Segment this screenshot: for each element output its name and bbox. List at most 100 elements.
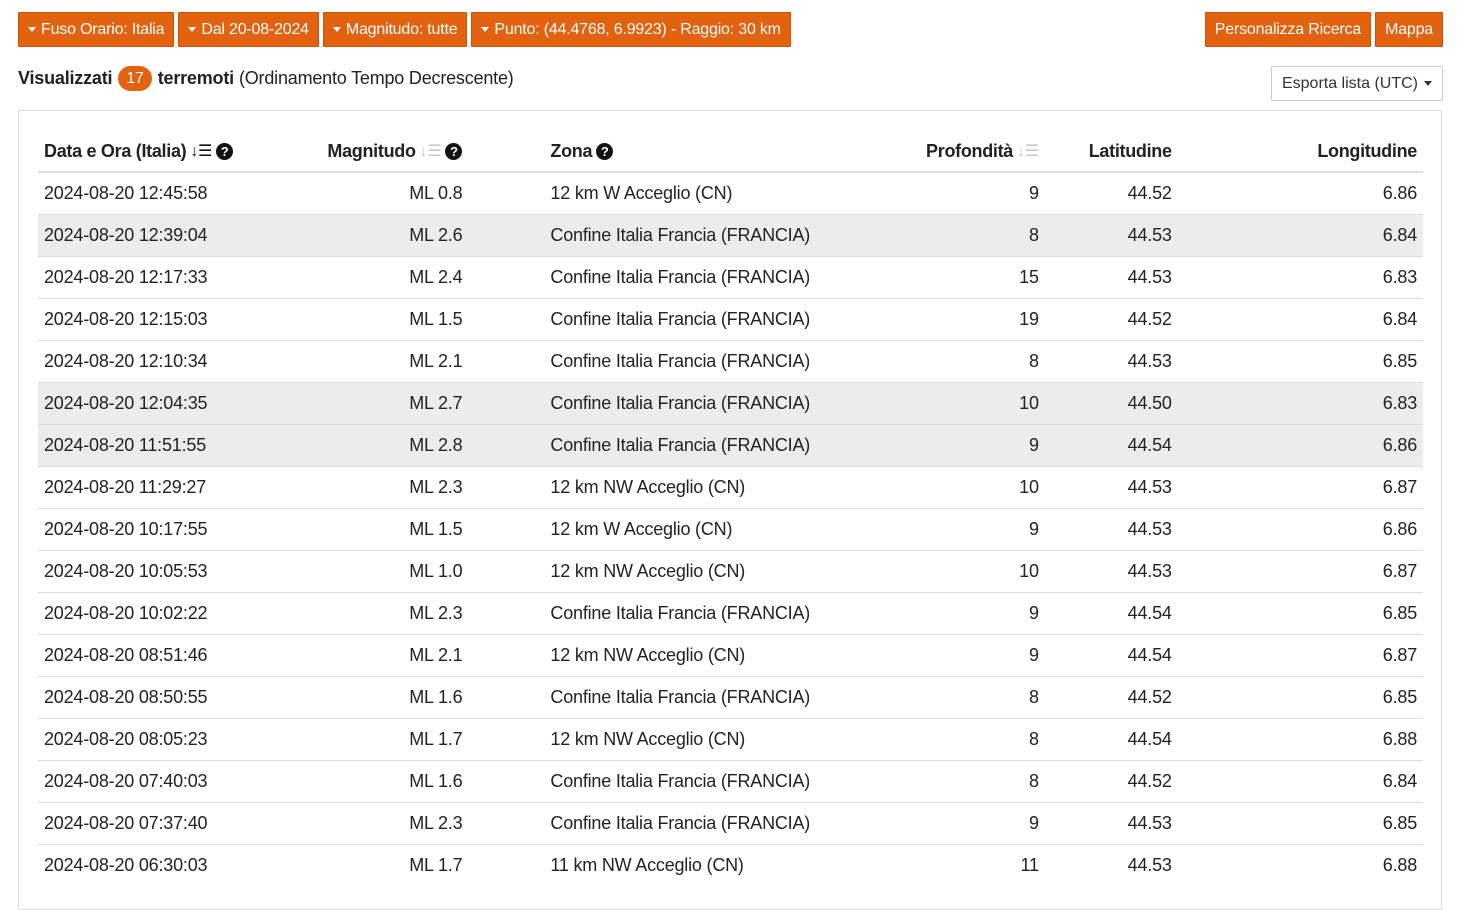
cell-longitude: 6.86 <box>1177 508 1423 551</box>
cell-datetime[interactable]: 2024-08-20 08:50:55 <box>38 676 322 719</box>
earthquake-table: Data e Ora (Italia) ↓☰? Magnitudo ↓☰? Zona… <box>38 131 1423 886</box>
cell-depth: 9 <box>920 592 1045 635</box>
cell-longitude: 6.86 <box>1177 424 1423 467</box>
cell-zone[interactable]: Confine Italia Francia (FRANCIA) <box>468 592 921 635</box>
cell-magnitude: ML 1.6 <box>321 760 469 803</box>
summary-noun: terremoti <box>157 68 234 88</box>
cell-magnitude: ML 2.4 <box>321 256 469 299</box>
cell-datetime[interactable]: 2024-08-20 12:39:04 <box>38 214 322 257</box>
cell-datetime[interactable]: 2024-08-20 07:40:03 <box>38 760 322 803</box>
cell-depth: 10 <box>920 466 1045 509</box>
cell-longitude: 6.86 <box>1177 171 1423 215</box>
cell-datetime[interactable]: 2024-08-20 08:51:46 <box>38 634 322 677</box>
cell-datetime[interactable]: 2024-08-20 12:17:33 <box>38 256 322 299</box>
table-row[interactable]: 2024-08-20 12:15:03 ML 1.5 Confine Italia … <box>38 298 1423 341</box>
caret-down-icon <box>481 27 490 32</box>
summary-prefix: Visualizzati <box>18 68 113 88</box>
cell-depth: 8 <box>920 340 1045 383</box>
cell-zone[interactable]: Confine Italia Francia (FRANCIA) <box>468 214 921 257</box>
header-longitude: Longitudine <box>1177 131 1423 173</box>
table-row[interactable]: 2024-08-20 12:17:33 ML 2.4 Confine Italia … <box>38 256 1423 299</box>
customize-search-button[interactable]: Personalizza Ricerca <box>1204 12 1372 47</box>
table-row[interactable]: 2024-08-20 08:51:46 ML 2.1 12 km NW Accegl… <box>38 634 1423 677</box>
sort-desc-icon[interactable]: ↓☰ <box>190 141 212 161</box>
cell-depth: 10 <box>920 550 1045 593</box>
map-button[interactable]: Mappa <box>1375 12 1443 47</box>
cell-datetime[interactable]: 2024-08-20 10:17:55 <box>38 508 322 551</box>
cell-datetime[interactable]: 2024-08-20 12:10:34 <box>38 340 322 383</box>
cell-zone[interactable]: Confine Italia Francia (FRANCIA) <box>468 256 921 299</box>
cell-datetime[interactable]: 2024-08-20 12:45:58 <box>38 171 322 215</box>
cell-zone[interactable]: Confine Italia Francia (FRANCIA) <box>468 676 921 719</box>
question-circle-icon[interactable]: ? <box>216 142 234 160</box>
sort-icon[interactable]: ↓☰ <box>1017 141 1039 161</box>
table-row[interactable]: 2024-08-20 12:04:35 ML 2.7 Confine Italia … <box>38 382 1423 425</box>
table-row[interactable]: 2024-08-20 12:10:34 ML 2.1 Confine Italia … <box>38 340 1423 383</box>
cell-zone[interactable]: 12 km W Acceglio (CN) <box>468 171 921 215</box>
cell-datetime[interactable]: 2024-08-20 06:30:03 <box>38 844 322 886</box>
cell-zone[interactable]: Confine Italia Francia (FRANCIA) <box>468 424 921 467</box>
cell-zone[interactable]: 12 km NW Acceglio (CN) <box>468 718 921 761</box>
cell-magnitude: ML 1.7 <box>321 718 469 761</box>
cell-latitude: 44.53 <box>1044 802 1178 845</box>
cell-longitude: 6.83 <box>1177 382 1423 425</box>
cell-datetime[interactable]: 2024-08-20 10:02:22 <box>38 592 322 635</box>
cell-depth: 8 <box>920 214 1045 257</box>
caret-down-icon <box>28 27 36 32</box>
cell-zone[interactable]: 12 km NW Acceglio (CN) <box>468 466 921 509</box>
table-row[interactable]: 2024-08-20 11:29:27 ML 2.3 12 km NW Accegl… <box>38 466 1423 509</box>
table-row[interactable]: 2024-08-20 10:02:22 ML 2.3 Confine Italia … <box>38 592 1423 635</box>
cell-longitude: 6.85 <box>1177 592 1423 635</box>
cell-latitude: 44.53 <box>1044 844 1178 886</box>
table-row[interactable]: 2024-08-20 12:45:58 ML 0.8 12 km W Accegli… <box>38 171 1423 215</box>
table-row[interactable]: 2024-08-20 10:05:53 ML 1.0 12 km NW Accegl… <box>38 550 1423 593</box>
cell-magnitude: ML 0.8 <box>321 171 469 215</box>
cell-latitude: 44.50 <box>1044 382 1178 425</box>
date-filter-button[interactable]: Dal 20-08-2024 <box>178 12 319 47</box>
cell-datetime[interactable]: 2024-08-20 07:37:40 <box>38 802 322 845</box>
cell-depth: 9 <box>920 424 1045 467</box>
question-circle-icon[interactable]: ? <box>596 142 614 160</box>
cell-longitude: 6.88 <box>1177 844 1423 886</box>
cell-datetime[interactable]: 2024-08-20 10:05:53 <box>38 550 322 593</box>
cell-datetime[interactable]: 2024-08-20 11:29:27 <box>38 466 322 509</box>
cell-datetime[interactable]: 2024-08-20 11:51:55 <box>38 424 322 467</box>
table-row[interactable]: 2024-08-20 11:51:55 ML 2.8 Confine Italia … <box>38 424 1423 467</box>
table-row[interactable]: 2024-08-20 10:17:55 ML 1.5 12 km W Accegli… <box>38 508 1423 551</box>
table-row[interactable]: 2024-08-20 08:05:23 ML 1.7 12 km NW Accegl… <box>38 718 1423 761</box>
cell-datetime[interactable]: 2024-08-20 12:04:35 <box>38 382 322 425</box>
cell-depth: 8 <box>920 676 1045 719</box>
sort-icon[interactable]: ↓☰ <box>420 141 442 161</box>
cell-depth: 8 <box>920 760 1045 803</box>
header-magnitude[interactable]: Magnitudo ↓☰? <box>321 131 469 173</box>
results-count-badge: 17 <box>118 66 152 91</box>
table-row[interactable]: 2024-08-20 07:40:03 ML 1.6 Confine Italia … <box>38 760 1423 803</box>
table-row[interactable]: 2024-08-20 06:30:03 ML 1.7 11 km NW Accegl… <box>38 844 1423 886</box>
timezone-filter-button[interactable]: Fuso Orario: Italia <box>18 12 175 47</box>
cell-zone[interactable]: 11 km NW Acceglio (CN) <box>468 844 921 886</box>
export-list-dropdown[interactable]: Esporta lista (UTC) <box>1270 66 1443 101</box>
cell-longitude: 6.84 <box>1177 760 1423 803</box>
table-row[interactable]: 2024-08-20 12:39:04 ML 2.6 Confine Italia … <box>38 214 1423 257</box>
cell-zone[interactable]: Confine Italia Francia (FRANCIA) <box>468 382 921 425</box>
cell-datetime[interactable]: 2024-08-20 12:15:03 <box>38 298 322 341</box>
cell-longitude: 6.83 <box>1177 256 1423 299</box>
question-circle-icon[interactable]: ? <box>445 142 463 160</box>
export-list-label: Esporta lista (UTC) <box>1281 74 1418 92</box>
table-row[interactable]: 2024-08-20 08:50:55 ML 1.6 Confine Italia … <box>38 676 1423 719</box>
filter-group: Fuso Orario: Italia Dal 20-08-2024 Magni… <box>18 12 791 47</box>
cell-latitude: 44.54 <box>1044 718 1178 761</box>
cell-zone[interactable]: Confine Italia Francia (FRANCIA) <box>468 802 921 845</box>
cell-zone[interactable]: 12 km NW Acceglio (CN) <box>468 550 921 593</box>
cell-zone[interactable]: Confine Italia Francia (FRANCIA) <box>468 760 921 803</box>
cell-zone[interactable]: Confine Italia Francia (FRANCIA) <box>468 298 921 341</box>
cell-zone[interactable]: 12 km NW Acceglio (CN) <box>468 634 921 677</box>
header-depth[interactable]: Profondità ↓☰ <box>920 131 1045 173</box>
cell-datetime[interactable]: 2024-08-20 08:05:23 <box>38 718 322 761</box>
cell-zone[interactable]: Confine Italia Francia (FRANCIA) <box>468 340 921 383</box>
table-row[interactable]: 2024-08-20 07:37:40 ML 2.3 Confine Italia … <box>38 802 1423 845</box>
magnitude-filter-button[interactable]: Magnitudo: tutte <box>322 12 468 47</box>
cell-zone[interactable]: 12 km W Acceglio (CN) <box>468 508 921 551</box>
location-filter-button[interactable]: Punto: (44.4768, 6.9923) - Raggio: 30 km <box>471 12 791 47</box>
header-datetime[interactable]: Data e Ora (Italia) ↓☰? <box>38 131 322 173</box>
